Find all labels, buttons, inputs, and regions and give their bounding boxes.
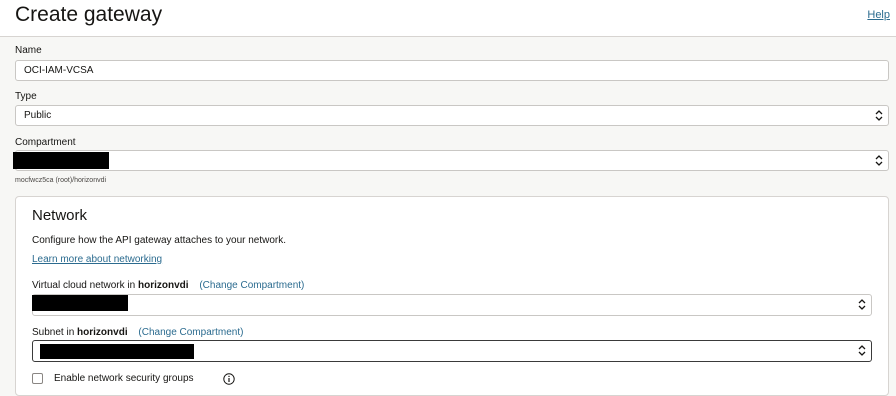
vcn-select[interactable] <box>32 294 872 316</box>
nsg-checkbox-label: Enable network security groups <box>54 373 194 384</box>
vcn-compartment-name: horizonvdi <box>137 280 189 291</box>
nsg-checkbox[interactable] <box>32 373 43 384</box>
name-label: Name <box>15 45 42 56</box>
subnet-change-compartment-link[interactable]: (Change Compartment) <box>138 327 243 338</box>
help-link[interactable]: Help <box>867 9 890 21</box>
info-icon[interactable] <box>223 373 235 385</box>
subnet-label-prefix: Subnet in <box>32 327 75 338</box>
chevron-up-down-icon <box>858 345 866 356</box>
compartment-label: Compartment <box>15 137 76 148</box>
learn-more-networking-link[interactable]: Learn more about networking <box>32 254 162 265</box>
chevron-up-down-icon <box>858 299 866 310</box>
page-title: Create gateway <box>15 3 163 26</box>
page-header: Create gateway Help <box>0 0 896 37</box>
network-description: Configure how the API gateway attaches t… <box>32 235 287 246</box>
subnet-compartment-name: horizonvdi <box>77 327 128 338</box>
chevron-up-down-icon <box>875 110 883 121</box>
network-title: Network <box>32 207 88 224</box>
vcn-label-prefix: Virtual cloud network in <box>32 280 136 291</box>
vcn-change-compartment-link[interactable]: (Change Compartment) <box>199 280 304 291</box>
type-label: Type <box>15 91 37 102</box>
vcn-label: Virtual cloud network in horizonvdi (Cha… <box>32 280 304 291</box>
subnet-label: Subnet in horizonvdi (Change Compartment… <box>32 327 243 338</box>
type-select[interactable]: Public <box>15 105 889 126</box>
chevron-up-down-icon <box>875 155 883 166</box>
redacted-compartment-value <box>13 152 109 169</box>
compartment-path-hint: mocfwcz5ca (root)/horizonvdi <box>15 177 107 184</box>
type-select-value: Public <box>24 110 52 121</box>
compartment-select[interactable] <box>15 150 889 171</box>
redacted-subnet-value <box>40 344 194 359</box>
redacted-vcn-value <box>32 295 128 311</box>
name-input[interactable]: OCI-IAM-VCSA <box>15 60 889 81</box>
